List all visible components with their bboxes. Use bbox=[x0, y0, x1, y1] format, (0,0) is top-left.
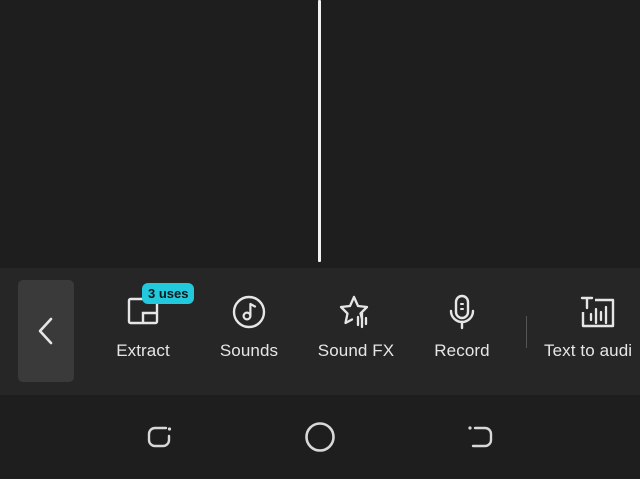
uses-badge: 3 uses bbox=[142, 283, 195, 304]
tool-sound-fx-label: Sound FX bbox=[317, 341, 395, 360]
tool-sounds-label: Sounds bbox=[219, 341, 279, 360]
tool-text-to-audio-label: Text to audi bbox=[544, 341, 633, 360]
music-note-icon bbox=[229, 292, 269, 332]
star-sound-icon bbox=[336, 292, 376, 332]
tool-sounds[interactable]: Sounds bbox=[214, 292, 284, 372]
audio-toolbar: Extract Sounds Sound FX Record Text to a… bbox=[0, 268, 640, 395]
tool-extract[interactable]: Extract bbox=[108, 292, 178, 372]
tool-text-to-audio[interactable]: Text to audi bbox=[544, 292, 640, 372]
toolbar-divider bbox=[526, 316, 527, 348]
chevron-left-icon bbox=[38, 317, 53, 345]
tool-record[interactable]: Record bbox=[427, 292, 497, 372]
back-nav-icon bbox=[468, 426, 493, 448]
timeline-area[interactable] bbox=[0, 0, 640, 268]
microphone-icon bbox=[442, 292, 482, 332]
tool-sound-fx[interactable]: Sound FX bbox=[313, 292, 399, 372]
text-to-audio-icon bbox=[578, 292, 618, 332]
back-button[interactable] bbox=[18, 280, 74, 382]
system-navigation-bar bbox=[0, 395, 640, 479]
recent-apps-icon bbox=[147, 426, 172, 448]
home-circle-icon bbox=[305, 422, 335, 452]
playhead[interactable] bbox=[318, 0, 321, 262]
recent-apps-button[interactable] bbox=[142, 419, 178, 455]
tool-record-label: Record bbox=[434, 341, 490, 360]
tool-extract-label: Extract bbox=[116, 341, 170, 360]
home-button[interactable] bbox=[302, 419, 338, 455]
back-nav-button[interactable] bbox=[462, 419, 498, 455]
